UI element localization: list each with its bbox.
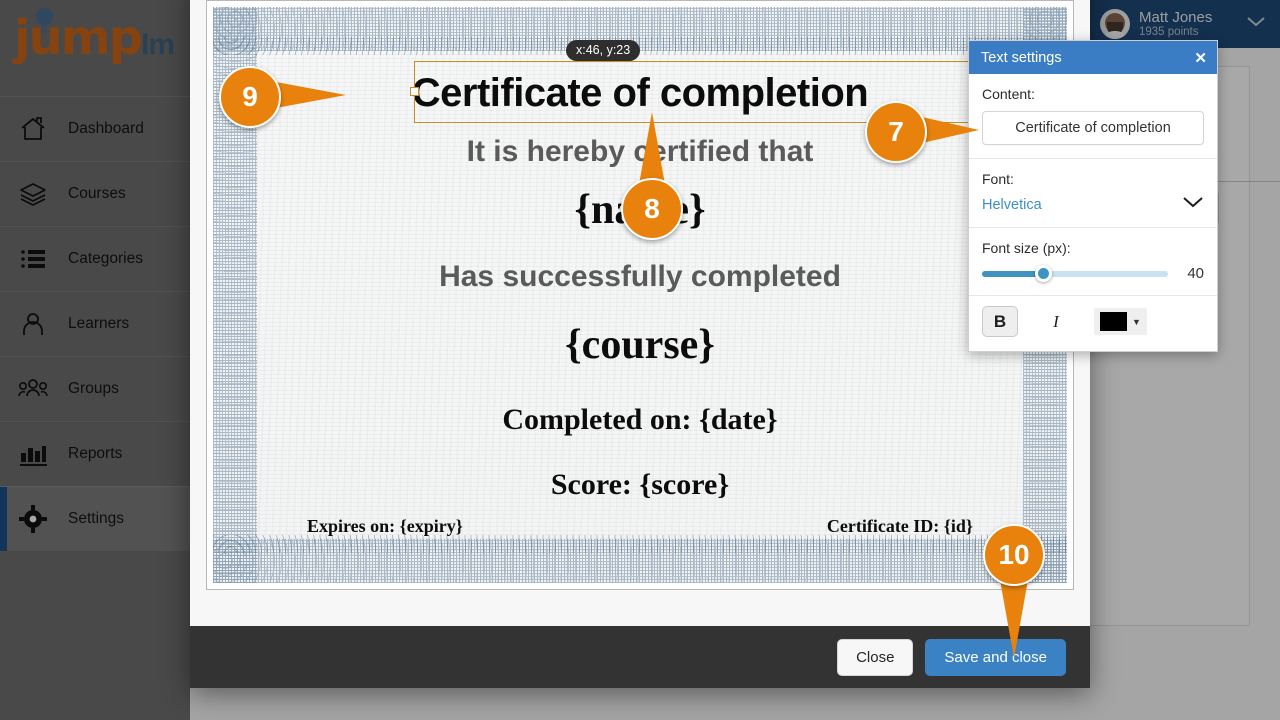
certificate-score-line[interactable]: Score: {score} — [259, 468, 1021, 502]
certificate-date-line[interactable]: Completed on: {date} — [259, 403, 1021, 437]
font-size-value: 40 — [1187, 265, 1204, 282]
close-icon[interactable]: ✕ — [1194, 49, 1207, 67]
panel-title: Text settings — [981, 49, 1062, 66]
font-label: Font: — [982, 171, 1014, 187]
text-color-picker[interactable]: ▼ — [1094, 308, 1147, 335]
certificate-id-line[interactable]: Certificate ID: {id} — [827, 516, 973, 537]
slider-thumb[interactable] — [1034, 265, 1052, 282]
coordinate-tooltip: x:46, y:23 — [566, 40, 641, 61]
certificate-course-placeholder[interactable]: {course} — [259, 321, 1021, 369]
font-size-label: Font size (px): — [982, 240, 1071, 256]
bold-button[interactable]: B — [982, 306, 1018, 337]
content-input[interactable] — [982, 111, 1204, 145]
certificate-completed-line[interactable]: Has successfully completed — [259, 260, 1021, 294]
content-section: Content: — [969, 74, 1217, 159]
text-selection-box[interactable]: x:46, y:23 — [410, 40, 1028, 123]
text-settings-panel: Text settings ✕ Content: Font: Helvetica… — [968, 40, 1218, 352]
font-size-slider[interactable] — [982, 265, 1168, 282]
callout-tail-10 — [1000, 580, 1028, 658]
color-swatch — [1100, 312, 1127, 331]
font-section: Font: Helvetica — [969, 159, 1217, 228]
chevron-down-icon[interactable] — [1182, 196, 1204, 214]
content-label: Content: — [982, 86, 1035, 102]
callout-badge-10: 10 — [983, 524, 1045, 586]
screen-root: Matt Jones 1935 points ▤ jumpIm — [0, 0, 1280, 720]
callout-tail-9 — [276, 82, 346, 108]
caret-down-icon[interactable]: ▼ — [1132, 317, 1141, 327]
text-style-row: B I ▼ — [969, 296, 1217, 351]
font-size-slider-row: 40 — [982, 265, 1204, 282]
font-size-section: Font size (px): 40 — [969, 228, 1217, 296]
selection-handle-left[interactable] — [410, 87, 419, 96]
callout-badge-8: 8 — [621, 178, 683, 240]
modal-footer: Close Save and close — [190, 626, 1090, 688]
callout-badge-9: 9 — [219, 66, 281, 128]
font-value: Helvetica — [982, 197, 1042, 213]
close-button[interactable]: Close — [837, 638, 914, 676]
callout-badge-7: 7 — [865, 101, 927, 163]
border-scallop-bottom — [213, 535, 1067, 553]
border-pattern-top — [213, 7, 1067, 51]
panel-header: Text settings ✕ — [969, 41, 1217, 74]
italic-button[interactable]: I — [1038, 306, 1074, 337]
border-pattern-bottom — [213, 539, 1067, 583]
save-and-close-button[interactable]: Save and close — [925, 638, 1066, 676]
font-select[interactable]: Helvetica — [982, 196, 1204, 214]
callout-tail-7 — [922, 117, 979, 143]
certificate-expiry-line[interactable]: Expires on: {expiry} — [307, 516, 463, 537]
